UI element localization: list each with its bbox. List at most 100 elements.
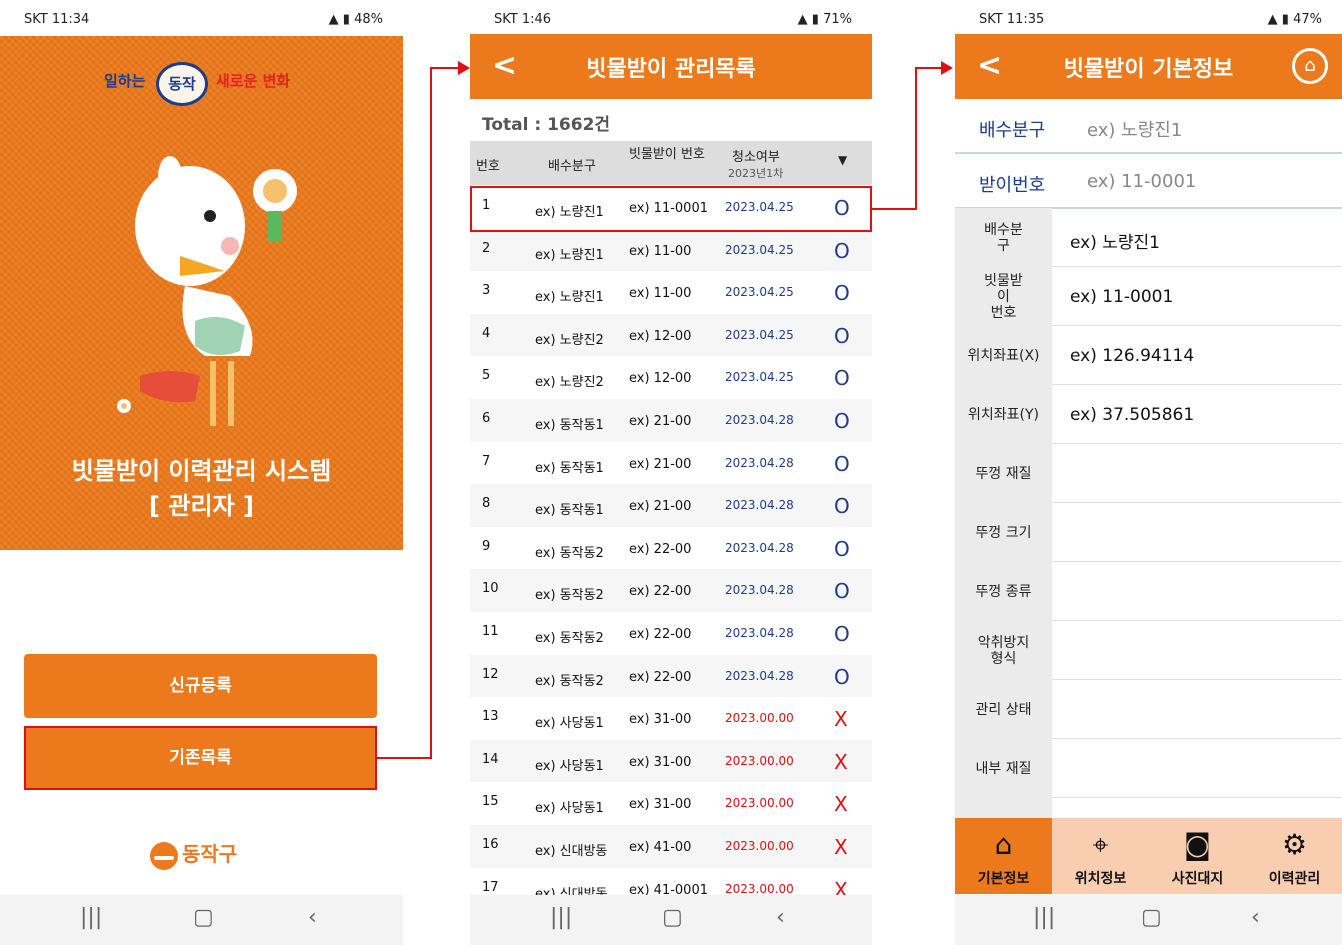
info-row: 악취방지 형식	[955, 621, 1342, 680]
status-bar: SKT 11:35 ▲ ▮ 47%	[955, 0, 1342, 36]
info-row: 뚜껑 크기	[955, 503, 1342, 562]
table-row[interactable]: 8 ex) 동작동1 ex) 21-00 2023.04.28 O	[470, 484, 872, 527]
field-label: 배수분구	[979, 120, 1046, 141]
detail-screen: SKT 11:35 ▲ ▮ 47% < 빗물받이 기본정보 ⌂ 배수분구 ex)…	[955, 0, 1342, 945]
circle-mark-icon: O	[834, 281, 850, 306]
info-row: 빗물받 이 번호 ex) 11-0001	[955, 267, 1342, 326]
logo-mark-icon	[150, 841, 178, 870]
info-label: 뚜껑 종류	[955, 562, 1052, 621]
tab-location-pin[interactable]: ⌖ 위치정보	[1052, 818, 1149, 894]
info-row: 뚜껑 재질	[955, 444, 1342, 503]
info-row: 배수분 구 ex) 노량진1	[955, 208, 1342, 267]
status-carrier-time: SKT 1:46	[494, 12, 552, 27]
android-nav-bar: ||| ▢ ‹	[0, 895, 403, 945]
row-no: 16	[482, 836, 499, 852]
table-row[interactable]: 15 ex) 사당동1 ex) 31-00 2023.00.00 X	[470, 782, 872, 825]
table-row[interactable]: 11 ex) 동작동2 ex) 22-00 2023.04.28 O	[470, 612, 872, 655]
circle-mark-icon: O	[834, 451, 850, 476]
bottom-tab-bar: ⌂ 기본정보 ⌖ 위치정보 ◙ 사진대지 ⚙ 이력관리	[955, 818, 1342, 894]
circle-mark-icon: O	[834, 494, 850, 519]
row-clean-date: 2023.04.28	[725, 625, 794, 640]
row-district: ex) 동작동2	[535, 673, 604, 689]
android-nav-bar: ||| ▢ ‹	[470, 895, 872, 945]
field-value[interactable]: ex) 노량진1	[1087, 116, 1182, 142]
recent-apps-icon[interactable]: |||	[550, 905, 572, 930]
row-number: ex) 22-00	[629, 584, 692, 600]
col-clean-sub: 2023년1차	[728, 167, 784, 180]
home-nav-icon[interactable]: ▢	[193, 905, 214, 930]
android-nav-bar: ||| ▢ ‹	[955, 895, 1342, 945]
home-icon[interactable]: ⌂	[1292, 48, 1328, 84]
table-row[interactable]: 5 ex) 노량진2 ex) 12-00 2023.04.25 O	[470, 356, 872, 399]
row-clean-date: 2023.04.28	[725, 412, 794, 427]
row-clean-date: 2023.04.25	[725, 370, 794, 385]
tab-gear[interactable]: ⚙ 이력관리	[1246, 818, 1342, 894]
table-row[interactable]: 16 ex) 신대방동 ex) 41-00 2023.00.00 X	[470, 824, 872, 868]
table-row[interactable]: 9 ex) 동작동2 ex) 22-00 2023.04.28 O	[470, 527, 872, 570]
table-row[interactable]: 4 ex) 노량진2 ex) 12-00 2023.04.25 O	[470, 313, 872, 357]
row-clean-date: 2023.04.25	[725, 327, 794, 342]
row-no: 8	[482, 496, 491, 512]
info-value: ex) 노량진1	[1070, 233, 1160, 253]
row-clean-date: 2023.04.28	[725, 668, 794, 683]
row-number: ex) 22-00	[629, 669, 692, 685]
row-no: 17	[482, 879, 499, 895]
recent-apps-icon[interactable]: |||	[1033, 905, 1055, 930]
field-label: 받이번호	[979, 175, 1046, 196]
row-number: ex) 41-00	[629, 839, 692, 855]
info-row: 뚜껑 종류	[955, 562, 1342, 621]
back-nav-icon[interactable]: ‹	[308, 905, 317, 930]
tab-label: 위치정보	[1074, 871, 1127, 887]
row-number: ex) 21-00	[629, 456, 692, 472]
circle-mark-icon: O	[834, 621, 850, 646]
arrow-segment	[872, 208, 917, 210]
row-clean-date: 2023.04.25	[725, 285, 794, 300]
row-number: ex) 21-00	[629, 499, 692, 515]
field-value[interactable]: ex) 11-0001	[1087, 171, 1196, 192]
back-nav-icon[interactable]: ‹	[1251, 905, 1260, 930]
arrow-head-icon	[458, 61, 470, 75]
new-registration-button[interactable]: 신규등록	[24, 654, 377, 718]
status-bar: SKT 11:34 ▲ ▮ 48%	[0, 0, 403, 36]
system-title: 빗물받이 이력관리 시스템	[71, 457, 332, 485]
row-number: ex) 22-00	[629, 541, 692, 557]
row-clean-date: 2023.04.28	[725, 498, 794, 513]
info-row: 위치좌표(X) ex) 126.94114	[955, 326, 1342, 385]
home-nav-icon[interactable]: ▢	[662, 905, 683, 930]
row-clean-date: 2023.04.25	[725, 242, 794, 257]
back-nav-icon[interactable]: ‹	[776, 905, 785, 930]
col-number: 빗물받이 번호	[629, 147, 705, 162]
table-row[interactable]: 7 ex) 동작동1 ex) 21-00 2023.04.28 O	[470, 442, 872, 485]
highlight-list-button-box	[24, 726, 377, 790]
tab-home[interactable]: ⌂ 기본정보	[955, 818, 1052, 894]
table-row[interactable]: 6 ex) 동작동1 ex) 21-00 2023.04.28 O	[470, 398, 872, 442]
field-district: 배수분구 ex) 노량진1	[955, 100, 1342, 154]
total-count: Total : 1662건	[482, 115, 611, 135]
arrow-segment	[430, 67, 432, 759]
row-clean-date: 2023.04.28	[725, 583, 794, 598]
row-number: ex) 12-00	[629, 328, 692, 344]
row-clean-date: 2023.04.28	[725, 540, 794, 555]
dropdown-icon[interactable]: ▼	[838, 153, 847, 167]
mascot-illustration	[117, 156, 297, 426]
table-header: 번호 배수분구 빗물받이 번호 청소여부 2023년1차 ▼	[470, 141, 872, 185]
row-number: ex) 31-00	[629, 797, 692, 813]
row-no: 11	[482, 623, 499, 639]
table-row[interactable]: 12 ex) 동작동2 ex) 22-00 2023.04.28 O	[470, 654, 872, 698]
home-screen: SKT 11:34 ▲ ▮ 48% 일하는 동작 새로운 변화 빗물받이 이력관…	[0, 0, 403, 945]
status-bar: SKT 1:46 ▲ ▮ 71%	[470, 0, 872, 36]
table-row[interactable]: 14 ex) 사당동1 ex) 31-00 2023.00.00 X	[470, 739, 872, 783]
info-label: 악취방지 형식	[955, 621, 1052, 680]
x-mark-icon: X	[834, 707, 848, 732]
table-row[interactable]: 13 ex) 사당동1 ex) 31-00 2023.00.00 X	[470, 697, 872, 740]
recent-apps-icon[interactable]: |||	[80, 905, 102, 930]
row-district: ex) 노량진1	[535, 290, 604, 306]
row-no: 10	[482, 581, 499, 597]
table-row[interactable]: 10 ex) 동작동2 ex) 22-00 2023.04.28 O	[470, 569, 872, 612]
status-carrier-time: SKT 11:35	[979, 12, 1045, 27]
table-row[interactable]: 3 ex) 노량진1 ex) 11-00 2023.04.25 O	[470, 271, 872, 314]
tab-camera[interactable]: ◙ 사진대지	[1149, 818, 1246, 894]
home-nav-icon[interactable]: ▢	[1141, 905, 1162, 930]
status-carrier-time: SKT 11:34	[24, 12, 90, 27]
table-row[interactable]: 2 ex) 노량진1 ex) 11-00 2023.04.25 O	[470, 228, 872, 272]
